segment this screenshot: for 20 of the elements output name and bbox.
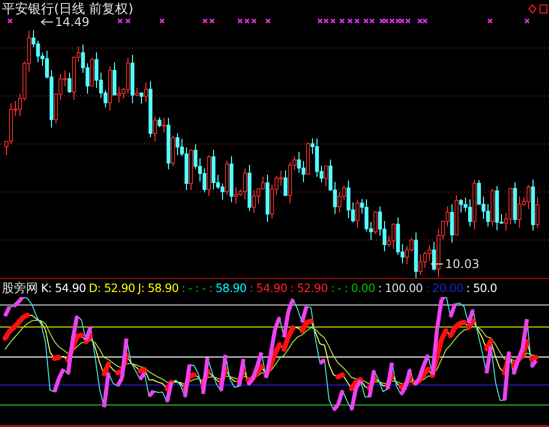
indicator-value: : 54.90 <box>249 281 288 295</box>
indicator-value: : 20.00 <box>426 281 464 295</box>
indicator-value: : 52.90 <box>290 281 328 295</box>
arrow-icon <box>40 18 54 26</box>
indicator-name: 股旁网 <box>2 280 38 296</box>
indicator-value: : 100.00 <box>378 281 423 295</box>
indicator-value: D: 52.90 <box>88 281 135 295</box>
indicator-value: 58.90 <box>216 281 246 295</box>
chart-title: 平安银行(日线 前复权) <box>2 0 134 18</box>
arrow-icon <box>430 260 444 268</box>
square-icon[interactable] <box>539 4 548 14</box>
indicator-value: 0.00 <box>350 281 375 295</box>
indicator-value: J: 58.90 <box>138 281 179 295</box>
diamond-icon[interactable] <box>528 4 537 14</box>
indicator-value: : - : <box>330 281 348 295</box>
price-label: 10.03 <box>445 257 480 271</box>
price-label: 14.49 <box>55 15 90 29</box>
indicator-value: : - : - : <box>182 281 213 295</box>
indicator-value: K: 54.90 <box>41 281 86 295</box>
indicator-value: : 50.0 <box>466 281 497 295</box>
